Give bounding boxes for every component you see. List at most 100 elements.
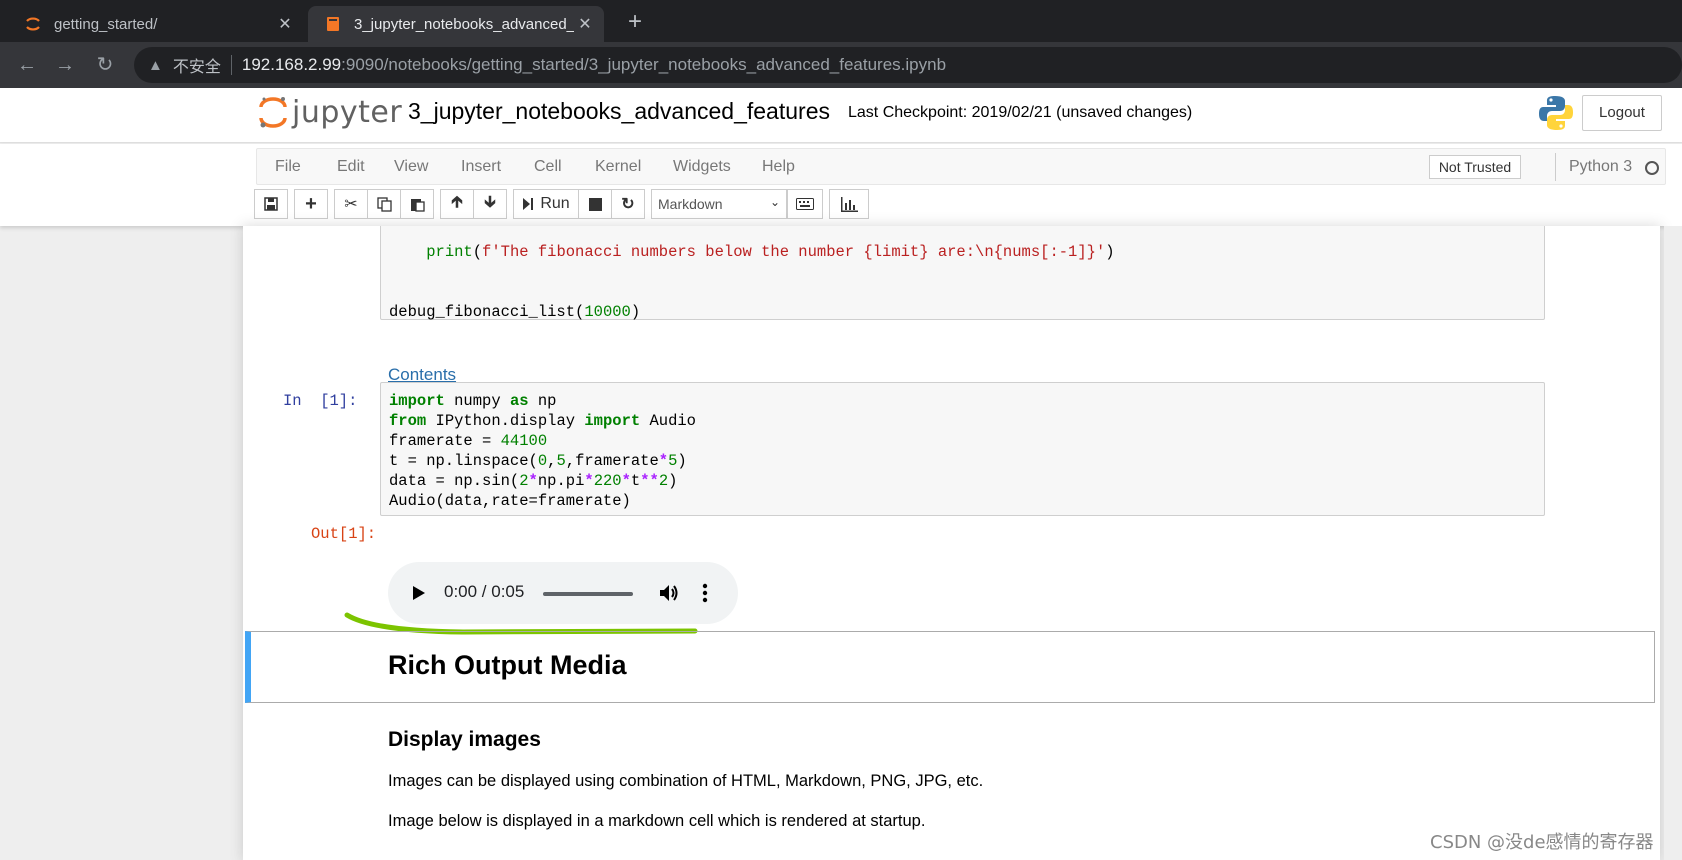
chart-button[interactable] — [829, 189, 869, 219]
notebook-favicon-icon — [324, 15, 342, 33]
arrow-up-icon: 🡱 — [451, 193, 463, 211]
notebook-name[interactable]: 3_jupyter_notebooks_advanced_features — [408, 98, 830, 125]
code-token: f'The fibonacci numbers below the number… — [482, 243, 1106, 261]
back-arrow-icon[interactable]: ← — [14, 52, 40, 78]
jupyter-logo[interactable]: jupyter — [258, 94, 402, 130]
security-label[interactable]: 不安全 — [173, 53, 221, 77]
code-line: debug_fibonacci_list(10000) — [389, 303, 641, 321]
menu-widgets[interactable]: Widgets — [673, 158, 731, 176]
code-line: Audio(data,rate=framerate) — [389, 492, 631, 510]
run-button[interactable]: Run — [513, 189, 579, 219]
code-token: 5 — [668, 452, 678, 470]
code-cell-input[interactable]: import numpy as np from IPython.display … — [380, 382, 1545, 516]
interrupt-button[interactable] — [578, 189, 612, 219]
logout-button[interactable]: Logout — [1582, 95, 1662, 131]
new-tab-button[interactable]: + — [620, 8, 650, 36]
cut-button[interactable]: ✂ — [334, 189, 368, 219]
python-logo-icon — [1538, 94, 1574, 137]
menu-kernel[interactable]: Kernel — [595, 158, 641, 176]
divider — [1555, 153, 1556, 181]
code-token: 2 — [658, 472, 669, 490]
menu-cell[interactable]: Cell — [534, 158, 562, 176]
jupyter-logo-text: jupyter — [292, 94, 403, 130]
divider — [230, 55, 232, 75]
restart-button[interactable]: ↻ — [611, 189, 645, 219]
menu-edit[interactable]: Edit — [337, 158, 365, 176]
copy-button[interactable] — [367, 189, 401, 219]
paste-button[interactable] — [400, 189, 434, 219]
url-input[interactable]: ▲ 不安全 192.168.2.99 :9090/notebooks/getti… — [134, 47, 1682, 83]
cell-type-value: Markdown — [658, 196, 723, 212]
audio-progress-slider[interactable] — [543, 592, 633, 596]
warning-icon: ▲ — [148, 56, 163, 74]
reload-icon[interactable]: ↻ — [92, 52, 118, 78]
code-token: * — [528, 472, 538, 490]
markdown-subheading: Display images — [388, 728, 541, 751]
kernel-status-icon — [1645, 161, 1659, 175]
code-line: framerate = 44100 — [389, 432, 548, 450]
menubar: File Edit View Insert Cell Kernel Widget… — [256, 148, 1666, 185]
keyboard-icon — [796, 198, 814, 210]
not-trusted-button[interactable]: Not Trusted — [1429, 155, 1521, 179]
copy-icon — [376, 196, 392, 212]
arrow-down-icon: 🡳 — [484, 193, 496, 211]
url-path: :9090/notebooks/getting_started/3_jupyte… — [341, 55, 947, 74]
bar-chart-icon — [840, 196, 858, 212]
markdown-paragraph: Images can be displayed using combinatio… — [388, 772, 984, 790]
browser-tab-notebook[interactable]: 3_jupyter_notebooks_advanced_features ✕ — [308, 6, 604, 42]
code-line: import numpy as np — [389, 392, 557, 410]
plus-icon: + — [305, 192, 317, 215]
code-token: ** — [640, 472, 659, 490]
stop-icon — [588, 197, 602, 211]
code-cell-input[interactable]: print(f'The fibonacci numbers below the … — [380, 226, 1545, 321]
browser-tab-bar: getting_started/ ✕ 3_jupyter_notebooks_a… — [0, 0, 1682, 42]
code-token: print — [426, 243, 473, 261]
code-token: 0 — [537, 452, 548, 470]
menu-view[interactable]: View — [394, 158, 428, 176]
paste-icon — [410, 198, 425, 212]
output-prompt: Out[1]: — [311, 525, 377, 543]
markdown-paragraph: Image below is displayed in a markdown c… — [388, 812, 926, 830]
cell-type-select[interactable]: Markdown ⌄ — [651, 189, 787, 219]
code-token: * — [584, 472, 594, 490]
audio-time: 0:00 / 0:05 — [444, 582, 525, 601]
code-token: * — [658, 452, 669, 470]
move-down-button[interactable]: 🡳 — [473, 189, 507, 219]
tab-close-icon[interactable]: ✕ — [274, 14, 296, 34]
jupyter-logo-icon — [259, 97, 287, 128]
menu-file[interactable]: File — [275, 158, 301, 176]
tab-title: 3_jupyter_notebooks_advanced_features — [354, 15, 574, 33]
code-token: * — [621, 472, 631, 490]
save-icon — [264, 197, 278, 211]
save-button[interactable] — [254, 189, 288, 219]
forward-arrow-icon[interactable]: → — [52, 52, 78, 78]
play-icon[interactable] — [412, 585, 426, 601]
code-line: data = np.sin(2*np.pi*220*t**2) — [389, 472, 678, 490]
input-prompt: In [1]: — [283, 392, 358, 410]
tab-close-icon[interactable]: ✕ — [574, 14, 596, 34]
volume-icon[interactable] — [658, 582, 680, 604]
url-host: 192.168.2.99 — [241, 55, 342, 74]
run-label: Run — [540, 195, 570, 212]
code-token: as — [509, 392, 529, 410]
browser-tab-getting-started[interactable]: getting_started/ ✕ — [8, 6, 304, 42]
tab-title: getting_started/ — [54, 15, 158, 33]
code-token: 220 — [593, 472, 622, 490]
browser-address-bar: ← → ↻ ▲ 不安全 192.168.2.99 :9090/notebooks… — [0, 42, 1682, 88]
jupyter-header: jupyter 3_jupyter_notebooks_advanced_fea… — [0, 88, 1682, 143]
menu-insert[interactable]: Insert — [461, 158, 501, 176]
notebook-container: print(f'The fibonacci numbers below the … — [243, 226, 1660, 860]
more-options-icon[interactable] — [702, 582, 708, 604]
refresh-icon: ↻ — [621, 196, 635, 213]
menu-help[interactable]: Help — [762, 158, 795, 176]
move-up-button[interactable]: 🡱 — [440, 189, 474, 219]
code-token: 10000 — [584, 303, 631, 321]
kernel-name[interactable]: Python 3 — [1569, 158, 1632, 176]
command-palette-button[interactable] — [787, 189, 823, 219]
code-token: 44100 — [500, 432, 548, 450]
markdown-heading: Rich Output Media — [388, 650, 627, 680]
code-token: 2 — [519, 472, 529, 490]
page-scrollbar[interactable] — [1664, 226, 1682, 860]
insert-cell-button[interactable]: + — [294, 189, 328, 219]
code-token: import — [389, 392, 445, 410]
